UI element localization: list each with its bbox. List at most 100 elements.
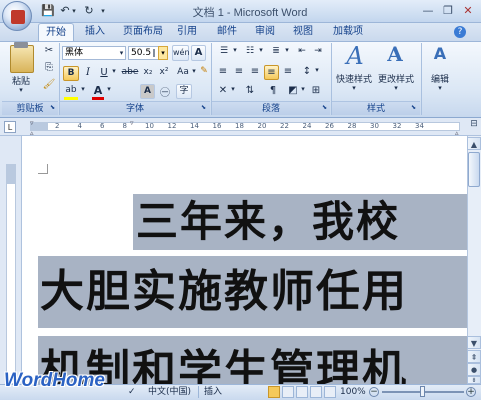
quick-styles-dropdown-icon[interactable]: ▾ (348, 84, 360, 92)
insert-mode-indicator[interactable]: 插入 (204, 386, 228, 398)
change-styles-dropdown-icon[interactable]: ▾ (390, 84, 402, 92)
highlight-dropdown-icon[interactable]: ▾ (79, 85, 87, 93)
multilevel-list-icon[interactable]: ≣ (268, 46, 284, 56)
tab-review[interactable]: 审阅 (250, 23, 280, 41)
character-shading-button[interactable]: A (140, 84, 155, 99)
line-spacing-icon[interactable]: ↕ (300, 66, 314, 77)
underline-dropdown-icon[interactable]: ▾ (110, 67, 118, 75)
shading-dropdown-icon[interactable]: ▾ (299, 85, 307, 93)
scroll-thumb[interactable] (468, 152, 480, 187)
align-left-icon[interactable]: ≡ (216, 66, 230, 77)
paragraph-launcher-icon[interactable]: ⬊ (322, 104, 329, 111)
qat-customize-icon[interactable]: ▾ (98, 4, 108, 18)
increase-indent-icon[interactable]: ⇥ (311, 46, 325, 56)
zoom-slider-thumb[interactable] (420, 386, 425, 397)
outline-view-icon[interactable] (310, 386, 322, 398)
tab-page-layout[interactable]: 页面布局 (118, 23, 168, 41)
copy-icon[interactable]: ⎘ (42, 62, 56, 73)
previous-page-icon[interactable]: ⇞ (467, 350, 481, 363)
clipboard-launcher-icon[interactable]: ⬊ (50, 104, 57, 111)
next-page-icon[interactable]: ⇟ (467, 376, 481, 384)
align-center-icon[interactable]: ≡ (232, 66, 246, 77)
underline-button[interactable]: U (97, 67, 111, 78)
zoom-in-icon[interactable]: + (466, 387, 476, 397)
format-painter-icon[interactable]: 🖌 (42, 79, 56, 90)
line-spacing-dropdown-icon[interactable]: ▾ (313, 66, 321, 74)
paste-dropdown-icon[interactable]: ▾ (14, 86, 28, 94)
font-color-dropdown-icon[interactable]: ▾ (105, 85, 113, 93)
save-icon[interactable]: 💾 (40, 4, 56, 18)
enclose-characters-icon[interactable]: ㊀ (158, 84, 172, 99)
doc-line-1[interactable]: 三年来，我校 (136, 194, 400, 250)
change-case-dropdown-icon[interactable]: ▾ (190, 67, 198, 75)
chinese-layout-dropdown-icon[interactable]: ▾ (229, 85, 237, 93)
draft-view-icon[interactable] (324, 386, 336, 398)
justify-icon[interactable]: ≡ (264, 65, 279, 80)
print-layout-view-icon[interactable] (268, 386, 280, 398)
distribute-icon[interactable]: ≡ (281, 66, 295, 77)
italic-button[interactable]: I (81, 67, 95, 78)
document-page[interactable]: 三年来，我校 大胆实施教师任用 机制和学生管理机 (22, 136, 467, 384)
undo-dropdown-icon[interactable]: ▾ (70, 4, 78, 18)
tab-mailings[interactable]: 邮件 (212, 23, 242, 41)
decrease-indent-icon[interactable]: ⇤ (295, 46, 309, 56)
tab-selector-icon[interactable]: L (4, 121, 16, 133)
zoom-level[interactable]: 100% (340, 386, 368, 398)
borders-icon[interactable]: ⊞ (309, 85, 323, 96)
restore-icon[interactable]: ❐ (440, 4, 456, 18)
strikethrough-button[interactable]: abe (121, 67, 139, 77)
font-name-dropdown-icon[interactable]: ▾ (117, 46, 126, 60)
font-color-button[interactable]: A (91, 84, 105, 97)
proofing-icon[interactable]: ✓ (128, 386, 142, 398)
redo-icon[interactable]: ↻ (81, 4, 97, 18)
font-size-dropdown-icon[interactable]: ▾ (158, 46, 168, 60)
align-right-icon[interactable]: ≡ (248, 66, 262, 77)
bullets-dropdown-icon[interactable]: ▾ (231, 46, 239, 54)
change-styles-icon[interactable]: A (380, 42, 410, 66)
help-icon[interactable]: ? (454, 26, 466, 38)
doc-line-2[interactable]: 大胆实施教师任用 (40, 262, 408, 322)
scroll-down-icon[interactable]: ▼ (467, 336, 481, 349)
tab-insert[interactable]: 插入 (80, 23, 110, 41)
office-button[interactable] (2, 1, 32, 31)
tab-addins[interactable]: 加载项 (328, 23, 368, 41)
bullets-icon[interactable]: ☰ (216, 46, 232, 56)
tab-references[interactable]: 引用 (172, 23, 202, 41)
paste-icon[interactable] (10, 45, 34, 73)
font-launcher-icon[interactable]: ⬊ (201, 104, 208, 111)
web-layout-view-icon[interactable] (296, 386, 308, 398)
zoom-out-icon[interactable]: − (369, 387, 379, 397)
bold-button[interactable]: B (63, 66, 79, 81)
first-line-indent-marker[interactable]: ▿ (30, 119, 38, 127)
language-indicator[interactable]: 中文(中国) (148, 386, 196, 398)
browse-object-icon[interactable]: ● (467, 363, 481, 376)
indent-marker[interactable]: ▿ (130, 119, 138, 127)
change-case-button[interactable]: Aa (175, 67, 191, 77)
view-ruler-icon[interactable]: ⊟ (468, 119, 480, 133)
sort-icon[interactable]: ⇅ (243, 85, 257, 96)
highlight-button[interactable]: ab (63, 85, 79, 95)
multilevel-dropdown-icon[interactable]: ▾ (283, 46, 291, 54)
tab-view[interactable]: 视图 (288, 23, 318, 41)
cut-icon[interactable]: ✂ (42, 45, 56, 56)
show-marks-icon[interactable]: ¶ (266, 85, 280, 96)
subscript-button[interactable]: x₂ (141, 67, 155, 77)
hanging-indent-marker[interactable]: ▵ (30, 129, 38, 137)
minimize-icon[interactable]: — (420, 4, 436, 18)
close-icon[interactable]: ✕ (460, 4, 476, 18)
character-border-button[interactable]: A (191, 45, 206, 61)
phonetic-guide-button[interactable]: wén (172, 45, 190, 61)
fullscreen-reading-view-icon[interactable] (282, 386, 294, 398)
styles-launcher-icon[interactable]: ⬊ (411, 104, 418, 111)
chinese-layout-icon[interactable]: ✕ (216, 85, 230, 96)
tab-home[interactable]: 开始 (38, 23, 74, 41)
editing-icon[interactable]: A (428, 44, 452, 68)
clear-format-icon[interactable]: ✎ (199, 66, 209, 76)
scroll-up-icon[interactable]: ▲ (467, 137, 481, 150)
superscript-button[interactable]: x² (157, 67, 171, 77)
editing-dropdown-icon[interactable]: ▾ (434, 84, 446, 92)
numbering-icon[interactable]: ☷ (242, 46, 258, 56)
numbering-dropdown-icon[interactable]: ▾ (257, 46, 265, 54)
enclose-character-button[interactable]: 字 (176, 84, 192, 99)
quick-styles-icon[interactable]: A (340, 42, 370, 70)
